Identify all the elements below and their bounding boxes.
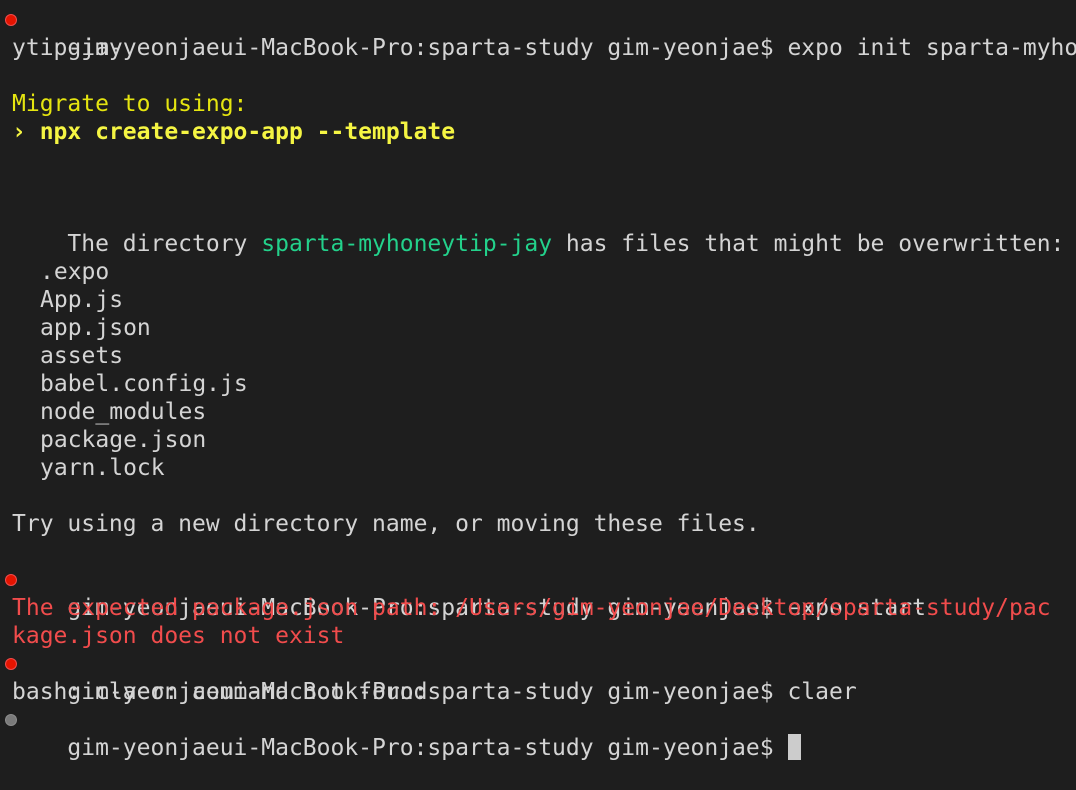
command-pending-decoration[interactable] <box>6 715 16 725</box>
command-failed-decoration[interactable] <box>6 15 16 25</box>
command-failed-decoration[interactable] <box>6 575 16 585</box>
directory-warning-suffix: has files that might be overwritten: <box>552 231 1065 257</box>
active-prompt-line[interactable]: gim-yeonjaeui-MacBook-Pro:sparta-study g… <box>6 706 802 761</box>
error-message-line: The expected package.json path: /Users/g… <box>12 595 1051 621</box>
command-line-expo-start: gim-yeonjaeui-MacBook-Pro:sparta-study g… <box>6 566 926 621</box>
command-line-expo-init: gim-yeonjaeui-MacBook-Pro:sparta-study g… <box>6 6 1076 61</box>
directory-warning-prefix: The directory <box>67 231 262 257</box>
bash-error-output: bash: claer: command not found <box>12 679 428 705</box>
file-list-item: .expo <box>40 259 110 285</box>
file-list-item: app.json <box>40 315 151 341</box>
directory-name: sparta-myhoneytip-jay <box>261 231 553 257</box>
prompt-text: gim-yeonjaeui-MacBook-Pro:sparta-study g… <box>67 35 788 61</box>
command-wrap-line: ytip-jay <box>12 35 123 61</box>
command-line-claer: gim-yeonjaeui-MacBook-Pro:sparta-study g… <box>6 650 857 705</box>
file-list-item: package.json <box>40 427 207 453</box>
directory-warning: The directory sparta-myhoneytip-jay has … <box>12 202 1064 257</box>
text-cursor <box>788 734 802 760</box>
migrate-command: › npx create-expo-app --template <box>12 119 456 145</box>
file-list-item: assets <box>40 343 124 369</box>
prompt-text: gim-yeonjaeui-MacBook-Pro:sparta-study g… <box>67 735 788 761</box>
file-list-item: yarn.lock <box>40 455 165 481</box>
file-list-item: App.js <box>40 287 124 313</box>
command-text: expo init sparta-myhone <box>787 35 1076 61</box>
file-list-item: babel.config.js <box>40 371 248 397</box>
command-failed-decoration[interactable] <box>6 659 16 669</box>
terminal-panel[interactable]: gim-yeonjaeui-MacBook-Pro:sparta-study g… <box>0 0 1076 761</box>
error-message-line: kage.json does not exist <box>12 623 345 649</box>
command-text: claer <box>787 679 857 705</box>
migrate-label: Migrate to using: <box>12 91 248 117</box>
suggestion-message: Try using a new directory name, or movin… <box>12 511 760 537</box>
file-list-item: node_modules <box>40 399 207 425</box>
